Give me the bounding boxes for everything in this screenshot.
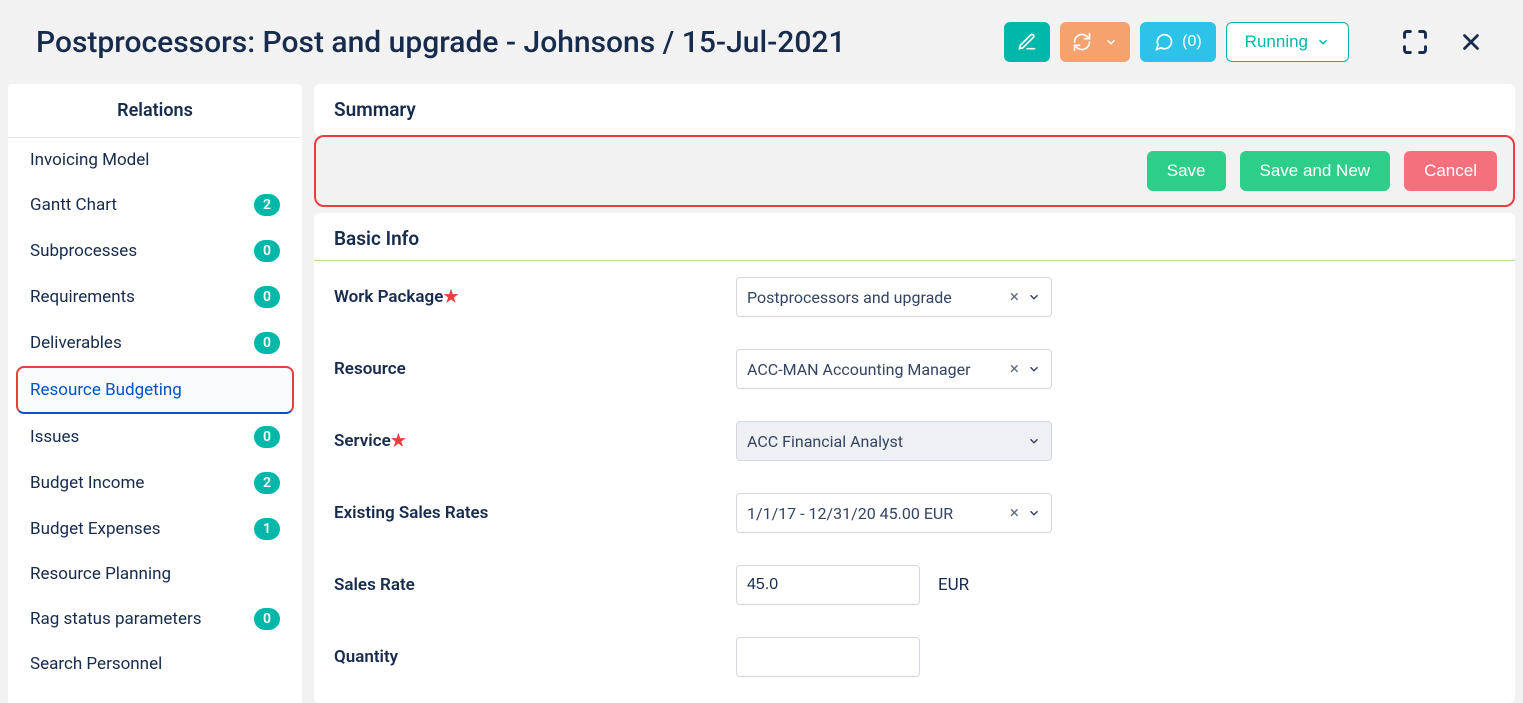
resource-select[interactable]: ACC-MAN Accounting Manager × xyxy=(736,349,1052,389)
save-and-new-button[interactable]: Save and New xyxy=(1240,151,1391,191)
comments-count: (0) xyxy=(1182,33,1202,51)
count-badge: 1 xyxy=(254,518,280,540)
sidebar-item-search-personnel[interactable]: Search Personnel xyxy=(8,642,302,686)
label-work-package: Work Package★ xyxy=(334,287,736,307)
sidebar-item-subprocesses[interactable]: Subprocesses 0 xyxy=(8,228,302,274)
chevron-down-icon xyxy=(1027,290,1041,304)
count-badge: 0 xyxy=(254,332,280,354)
sidebar-item-label: Search Personnel xyxy=(30,654,162,674)
refresh-dropdown-button[interactable] xyxy=(1060,22,1130,62)
sidebar-item-gantt-chart[interactable]: Gantt Chart 2 xyxy=(8,182,302,228)
sidebar-item-budget-expenses[interactable]: Budget Expenses 1 xyxy=(8,506,302,552)
sidebar-item-label: Budget Income xyxy=(30,473,144,493)
count-badge: 0 xyxy=(254,240,280,262)
sidebar-item-label: Resource Budgeting xyxy=(30,380,182,400)
summary-section: Summary xyxy=(314,84,1515,135)
currency-label: EUR xyxy=(938,575,969,595)
chevron-down-icon xyxy=(1027,506,1041,520)
label-quantity: Quantity xyxy=(334,647,736,667)
edit-button[interactable] xyxy=(1004,22,1050,62)
row-sales-rate: Sales Rate EUR xyxy=(314,549,1515,621)
sidebar-title: Relations xyxy=(8,84,302,138)
form-action-bar: Save Save and New Cancel xyxy=(314,135,1515,207)
select-value: ACC-MAN Accounting Manager xyxy=(747,360,1010,379)
count-badge: 0 xyxy=(254,286,280,308)
count-badge: 2 xyxy=(254,472,280,494)
sidebar-item-label: Issues xyxy=(30,427,79,447)
page-title: Postprocessors: Post and upgrade - Johns… xyxy=(36,25,1004,60)
select-value: 1/1/17 - 12/31/20 45.00 EUR xyxy=(747,504,1010,523)
sidebar-item-deliverables[interactable]: Deliverables 0 xyxy=(8,320,302,366)
clear-icon[interactable]: × xyxy=(1010,287,1019,307)
row-existing-rates: Existing Sales Rates 1/1/17 - 12/31/20 4… xyxy=(314,477,1515,549)
row-resource: Resource ACC-MAN Accounting Manager × xyxy=(314,333,1515,405)
work-package-select[interactable]: Postprocessors and upgrade × xyxy=(736,277,1052,317)
save-button[interactable]: Save xyxy=(1147,151,1226,191)
summary-title: Summary xyxy=(334,98,416,121)
sidebar-item-resource-planning[interactable]: Resource Planning xyxy=(8,552,302,596)
main-layout: Relations Invoicing Model Gantt Chart 2 … xyxy=(0,84,1523,703)
quantity-input[interactable] xyxy=(736,637,920,677)
label-service: Service★ xyxy=(334,431,736,451)
chevron-down-icon xyxy=(1104,35,1118,49)
count-badge: 2 xyxy=(254,194,280,216)
comment-icon xyxy=(1154,32,1174,52)
label-existing-rates: Existing Sales Rates xyxy=(334,503,736,523)
main-content: Summary Save Save and New Cancel Basic I… xyxy=(314,84,1515,703)
sidebar-item-label: Subprocesses xyxy=(30,241,137,261)
chevron-down-icon xyxy=(1027,434,1041,448)
required-star-icon: ★ xyxy=(443,287,458,307)
chevron-down-icon xyxy=(1316,35,1330,49)
comments-button[interactable]: (0) xyxy=(1140,22,1216,62)
label-sales-rate: Sales Rate xyxy=(334,575,736,595)
refresh-icon xyxy=(1072,32,1092,52)
sidebar-item-label: Budget Expenses xyxy=(30,519,161,539)
row-work-package: Work Package★ Postprocessors and upgrade… xyxy=(314,261,1515,333)
sidebar-item-issues[interactable]: Issues 0 xyxy=(8,414,302,460)
row-service: Service★ ACC Financial Analyst xyxy=(314,405,1515,477)
status-label: Running xyxy=(1245,32,1308,52)
row-quantity: Quantity xyxy=(314,621,1515,693)
sales-rate-input[interactable] xyxy=(736,565,920,605)
count-badge: 0 xyxy=(254,608,280,630)
sidebar-item-rag-status[interactable]: Rag status parameters 0 xyxy=(8,596,302,642)
sidebar-item-label: Gantt Chart xyxy=(30,195,117,215)
header-actions: (0) Running xyxy=(1004,22,1487,62)
status-dropdown[interactable]: Running xyxy=(1226,22,1349,62)
page-header: Postprocessors: Post and upgrade - Johns… xyxy=(0,0,1523,84)
select-value: Postprocessors and upgrade xyxy=(747,288,1010,307)
sidebar-item-budget-income[interactable]: Budget Income 2 xyxy=(8,460,302,506)
close-button[interactable] xyxy=(1455,26,1487,58)
clear-icon[interactable]: × xyxy=(1010,359,1019,379)
fullscreen-button[interactable] xyxy=(1399,26,1431,58)
sidebar-item-label: Requirements xyxy=(30,287,135,307)
sidebar-item-requirements[interactable]: Requirements 0 xyxy=(8,274,302,320)
chevron-down-icon xyxy=(1027,362,1041,376)
basic-info-card: Basic Info Work Package★ Postprocessors … xyxy=(314,213,1515,703)
count-badge: 0 xyxy=(254,426,280,448)
sidebar-item-resource-budgeting[interactable]: Resource Budgeting xyxy=(16,366,294,414)
sidebar-item-label: Deliverables xyxy=(30,333,122,353)
select-value: ACC Financial Analyst xyxy=(747,432,1027,451)
required-star-icon: ★ xyxy=(391,431,406,451)
label-resource: Resource xyxy=(334,359,736,379)
sidebar-item-label: Invoicing Model xyxy=(30,150,149,170)
card-title: Basic Info xyxy=(314,213,1515,261)
sidebar-item-label: Resource Planning xyxy=(30,564,171,584)
cancel-button[interactable]: Cancel xyxy=(1404,151,1497,191)
service-select[interactable]: ACC Financial Analyst xyxy=(736,421,1052,461)
sidebar-item-label: Rag status parameters xyxy=(30,609,202,629)
sidebar-item-invoicing-model[interactable]: Invoicing Model xyxy=(8,138,302,182)
pencil-icon xyxy=(1017,32,1037,52)
existing-rates-select[interactable]: 1/1/17 - 12/31/20 45.00 EUR × xyxy=(736,493,1052,533)
sidebar: Relations Invoicing Model Gantt Chart 2 … xyxy=(8,84,302,703)
clear-icon[interactable]: × xyxy=(1010,503,1019,523)
